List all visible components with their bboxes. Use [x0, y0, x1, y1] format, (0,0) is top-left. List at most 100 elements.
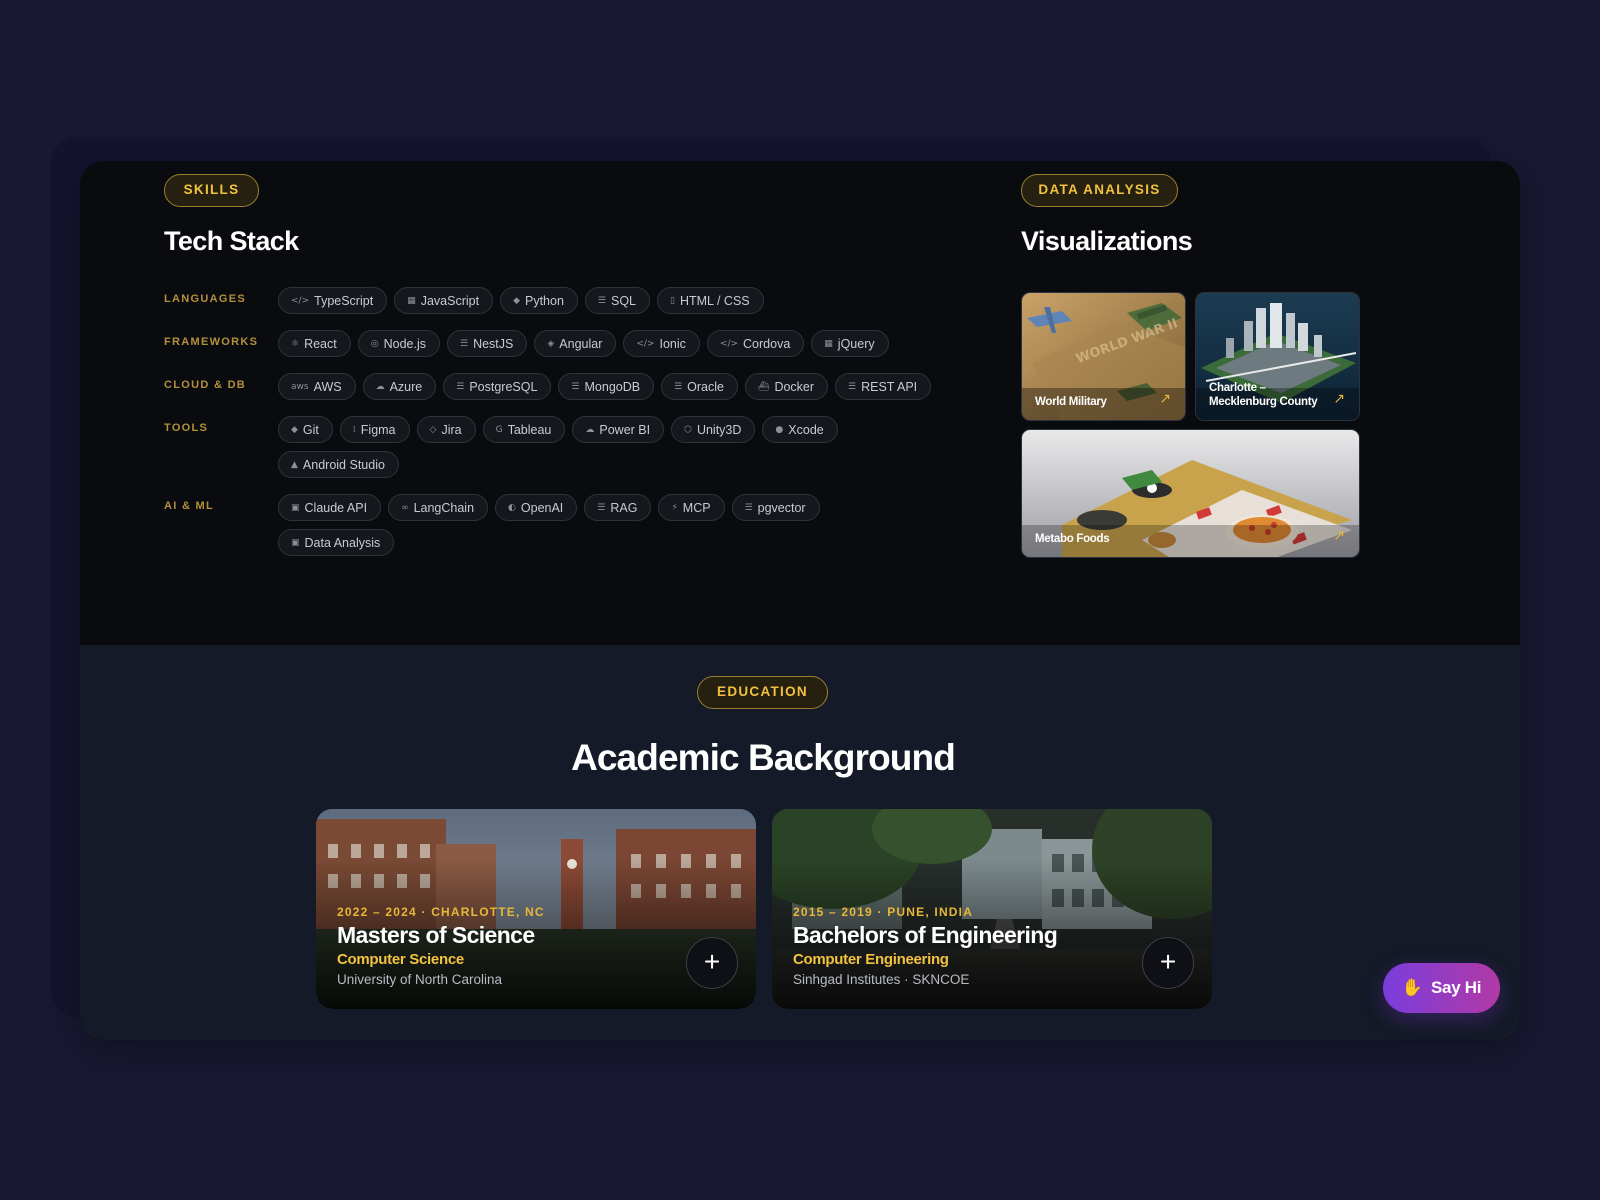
- tech-icon: ◇: [429, 424, 437, 435]
- degree-title: Bachelors of Engineering: [793, 922, 1058, 948]
- tech-tag: ☰ PostgreSQL: [443, 373, 552, 400]
- tech-tag: ▣ Data Analysis: [278, 529, 395, 556]
- tech-tag: ☁ Azure: [362, 373, 437, 400]
- content-card: SKILLS Tech Stack LANGUAGES </> TypeScrip…: [80, 161, 1520, 1040]
- tag-row-frameworks: ⚛ React ◎ Node.js ☰ NestJS ◈ Angular </> Ionic </>…: [278, 330, 978, 357]
- skills-badge: SKILLS: [164, 174, 259, 207]
- tech-tag-label: MongoDB: [584, 379, 641, 394]
- external-link-icon: ↗: [1333, 527, 1345, 543]
- education-section: EDUCATION Academic Background 2022 – 202…: [80, 645, 1520, 1040]
- tech-tag: ▣ Claude API: [278, 494, 382, 521]
- tech-icon: ☁: [585, 424, 595, 435]
- viz-card-metabo-foods[interactable]: Metabo Foods ↗: [1021, 429, 1360, 558]
- external-link-icon: ↗: [1159, 390, 1171, 406]
- tech-icon: </>: [291, 295, 310, 306]
- tech-tag: ☰ SQL: [584, 287, 650, 314]
- education-card-bachelors[interactable]: 2015 – 2019 · PUNE, INDIA Bachelors of E…: [772, 809, 1212, 1009]
- category-label-languages: LANGUAGES: [164, 293, 246, 305]
- education-meta: 2022 – 2024 · CHARLOTTE, NC: [337, 905, 545, 919]
- tech-icon: ▦: [824, 338, 833, 349]
- tech-tag: ▲ Android Studio: [278, 451, 399, 478]
- expand-plus-button[interactable]: +: [686, 937, 738, 989]
- tech-tag-label: Angular: [559, 336, 603, 351]
- tech-icon: ⚡: [671, 502, 678, 513]
- education-badge: EDUCATION: [697, 676, 828, 709]
- viz-card-world-military[interactable]: WORLD WAR II World Military ↗: [1021, 292, 1186, 421]
- tech-icon: ☰: [597, 502, 606, 513]
- education-card-masters[interactable]: 2022 – 2024 · CHARLOTTE, NC Masters of S…: [316, 809, 756, 1009]
- category-label-tools: TOOLS: [164, 422, 209, 434]
- tech-tag-label: pgvector: [757, 500, 806, 515]
- tech-tag-label: Claude API: [304, 500, 368, 515]
- tech-tag-label: Cordova: [743, 336, 791, 351]
- tech-tag: ⁞ Figma: [339, 416, 410, 443]
- tech-tag-label: Unity3D: [696, 422, 742, 437]
- tech-tag: </> TypeScript: [278, 287, 388, 314]
- viz-card-charlotte[interactable]: Charlotte – Mecklenburg County ↗: [1195, 292, 1360, 421]
- tech-tag-label: Oracle: [687, 379, 724, 394]
- school-name: University of North Carolina: [337, 972, 503, 987]
- tech-tag-label: Node.js: [383, 336, 426, 351]
- tech-icon: </>: [719, 338, 739, 349]
- tech-tag-label: MCP: [682, 500, 711, 515]
- viz-label-world-military: World Military: [1035, 396, 1107, 408]
- tech-tag: ◈ Angular: [534, 330, 617, 357]
- tech-icon: ●: [775, 424, 784, 435]
- tech-tag: ▦ JavaScript: [394, 287, 494, 314]
- tech-tag-label: Python: [524, 293, 564, 308]
- tech-tag-label: OpenAI: [520, 500, 564, 515]
- tech-icon: G: [495, 424, 503, 435]
- tech-icon: ◐: [508, 502, 516, 513]
- degree-field: Computer Engineering: [793, 951, 949, 968]
- say-hi-button[interactable]: ✋ Say Hi: [1383, 963, 1500, 1013]
- tech-tag: ◆ Git: [278, 416, 333, 443]
- tech-icon: ◈: [547, 338, 555, 349]
- tag-row-tools: ◆ Git ⁞ Figma ◇ Jira G Tableau ☁ Power BI ⬡ Unity3D…: [278, 416, 878, 478]
- tech-tag: ▯ HTML / CSS: [657, 287, 764, 314]
- tech-tag-label: Ionic: [659, 336, 686, 351]
- tech-tag-label: TypeScript: [314, 293, 374, 308]
- tech-tag: aws AWS: [278, 373, 356, 400]
- tech-stack-title: Tech Stack: [164, 226, 299, 256]
- tech-tag-label: REST API: [861, 379, 918, 394]
- tech-tag: ☰ MongoDB: [558, 373, 655, 400]
- tech-tag: ◇ Jira: [416, 416, 476, 443]
- tech-tag-label: Azure: [389, 379, 423, 394]
- tech-tag: ⬡ Unity3D: [671, 416, 756, 443]
- tech-tag-label: Git: [302, 422, 319, 437]
- tech-tag-label: Figma: [360, 422, 396, 437]
- tech-tag-label: React: [304, 336, 337, 351]
- tech-tag-label: Xcode: [788, 422, 824, 437]
- tech-tag: </> Ionic: [623, 330, 700, 357]
- say-hi-label: Say Hi: [1431, 978, 1482, 997]
- visualizations-title: Visualizations: [1021, 226, 1193, 256]
- tech-tag-label: RAG: [610, 500, 638, 515]
- school-name: Sinhgad Institutes · SKNCOE: [793, 972, 970, 987]
- tech-tag: ⛴ Docker: [745, 373, 829, 400]
- tech-icon: ☁: [375, 381, 385, 392]
- tag-row-cloud-db: aws AWS ☁ Azure ☰ PostgreSQL ☰ MongoDB ☰ Oracle ⛴ D…: [278, 373, 978, 400]
- external-link-icon: ↗: [1333, 390, 1345, 406]
- tech-icon: ∞: [401, 502, 409, 513]
- category-label-cloud-db: CLOUD & DB: [164, 379, 247, 391]
- tech-icon: ☰: [744, 502, 753, 513]
- category-label-ai-ml: AI & ML: [164, 500, 215, 512]
- tech-icon: ▣: [291, 537, 300, 548]
- tech-tag-label: Data Analysis: [304, 535, 381, 550]
- tech-icon: ☰: [597, 295, 606, 306]
- tech-tag-label: SQL: [610, 293, 636, 308]
- tech-tag-label: JavaScript: [420, 293, 480, 308]
- tech-icon: ☰: [459, 338, 469, 349]
- tech-icon: ▣: [291, 502, 300, 513]
- viz-label-charlotte: Charlotte – Mecklenburg County: [1209, 382, 1318, 408]
- tech-tag-label: Power BI: [599, 422, 651, 437]
- tech-tag: ⚡ MCP: [658, 494, 725, 521]
- tech-icon: ☰: [456, 381, 465, 392]
- tech-tag: ☁ Power BI: [572, 416, 665, 443]
- degree-field: Computer Science: [337, 951, 464, 968]
- tech-tag-label: PostgreSQL: [469, 379, 538, 394]
- tech-tag-label: Docker: [774, 379, 815, 394]
- expand-plus-button[interactable]: +: [1142, 937, 1194, 989]
- tech-icon: </>: [636, 338, 655, 349]
- tech-tag: ● Xcode: [762, 416, 838, 443]
